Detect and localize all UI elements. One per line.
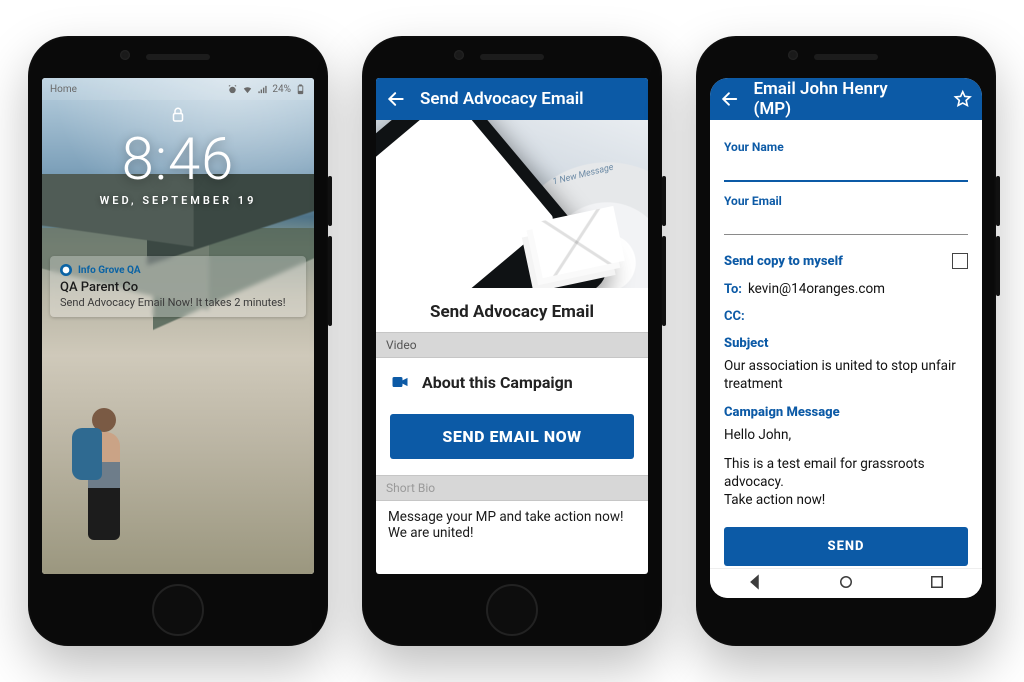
email-form: Your Name Your Email Send copy to myself… — [710, 120, 982, 566]
status-bar: Home 24% — [42, 78, 314, 100]
status-left-label: Home — [50, 84, 77, 95]
to-value: kevin@14oranges.com — [748, 281, 885, 297]
phone2-screen: Send Advocacy Email 1 New Message Send A… — [376, 78, 648, 574]
back-icon[interactable] — [720, 89, 739, 109]
notification-app-icon — [60, 264, 72, 276]
nav-home-icon[interactable] — [837, 573, 855, 595]
app-bar: Send Advocacy Email — [376, 78, 648, 120]
status-icons: 24% — [227, 84, 306, 95]
send-copy-checkbox[interactable] — [952, 253, 968, 269]
device-phone-1: Home 24% — [28, 36, 328, 646]
app-bar: Email John Henry (MP) — [710, 78, 982, 120]
label-your-name: Your Name — [724, 140, 968, 154]
power-button[interactable] — [328, 176, 332, 226]
back-icon[interactable] — [386, 89, 406, 109]
video-row[interactable]: About this Campaign — [376, 358, 648, 406]
send-email-now-button[interactable]: SEND EMAIL NOW — [390, 414, 634, 459]
label-send-copy: Send copy to myself — [724, 254, 843, 269]
star-icon[interactable] — [953, 89, 972, 109]
lock-icon — [169, 106, 187, 124]
message-line-3[interactable]: Take action now! — [724, 491, 968, 509]
home-button[interactable] — [152, 584, 204, 636]
section-header-video: Video — [376, 332, 648, 358]
nav-recents-icon[interactable] — [928, 573, 946, 595]
your-email-input[interactable] — [724, 208, 968, 235]
nav-back-icon[interactable] — [746, 573, 764, 595]
video-icon — [390, 372, 410, 392]
notification-card[interactable]: Info Grove QA QA Parent Co Send Advocacy… — [50, 256, 306, 317]
subject-value[interactable]: Our association is united to stop unfair… — [724, 357, 968, 393]
appbar-title: Send Advocacy Email — [420, 89, 584, 109]
volume-button[interactable] — [328, 236, 332, 326]
signal-icon — [257, 84, 268, 95]
lockscreen-date: WED, SEPTEMBER 19 — [42, 194, 314, 207]
notification-title: QA Parent Co — [60, 280, 296, 295]
notification-app-name: Info Grove QA — [78, 265, 141, 276]
label-cc: CC: — [724, 309, 745, 324]
notification-app-row: Info Grove QA — [60, 264, 296, 276]
android-nav-bar — [710, 568, 982, 598]
bio-text: Message your MP and take action now! We … — [376, 501, 648, 561]
home-button[interactable] — [486, 584, 538, 636]
label-subject: Subject — [724, 336, 968, 351]
phone1-screen: Home 24% — [42, 78, 314, 574]
device-phone-2: Send Advocacy Email 1 New Message Send A… — [362, 36, 662, 646]
wifi-icon — [242, 84, 253, 95]
label-campaign-message: Campaign Message — [724, 405, 968, 420]
phone3-screen: Email John Henry (MP) Your Name Your Ema… — [710, 78, 982, 598]
to-row: To: kevin@14oranges.com — [724, 281, 968, 297]
send-button[interactable]: SEND — [724, 527, 968, 566]
notification-body: Send Advocacy Email Now! It takes 2 minu… — [60, 296, 296, 309]
power-button[interactable] — [996, 176, 1000, 226]
label-to: To: — [724, 282, 742, 297]
cc-row: CC: — [724, 309, 968, 324]
video-row-label: About this Campaign — [422, 373, 573, 392]
section-header-bio: Short Bio — [376, 475, 648, 501]
volume-button[interactable] — [662, 236, 666, 326]
hero-caption: 1 New Message — [551, 163, 614, 188]
wallpaper-hiker — [70, 340, 148, 540]
volume-button[interactable] — [996, 236, 1000, 296]
battery-icon — [295, 84, 306, 95]
message-line-2[interactable]: This is a test email for grassroots advo… — [724, 455, 968, 491]
power-button[interactable] — [662, 176, 666, 226]
device-phone-3: Email John Henry (MP) Your Name Your Ema… — [696, 36, 996, 646]
your-name-input[interactable] — [724, 154, 968, 182]
page-title: Send Advocacy Email — [376, 288, 648, 332]
appbar-title: Email John Henry (MP) — [753, 79, 924, 119]
lockscreen-time: 8:46 — [42, 126, 314, 194]
alarm-icon — [227, 84, 238, 95]
three-phone-mockup: Home 24% — [0, 0, 1024, 682]
hero-image: 1 New Message — [376, 120, 648, 288]
label-your-email: Your Email — [724, 194, 968, 208]
message-line-1[interactable]: Hello John, — [724, 426, 968, 444]
battery-text: 24% — [272, 84, 291, 95]
